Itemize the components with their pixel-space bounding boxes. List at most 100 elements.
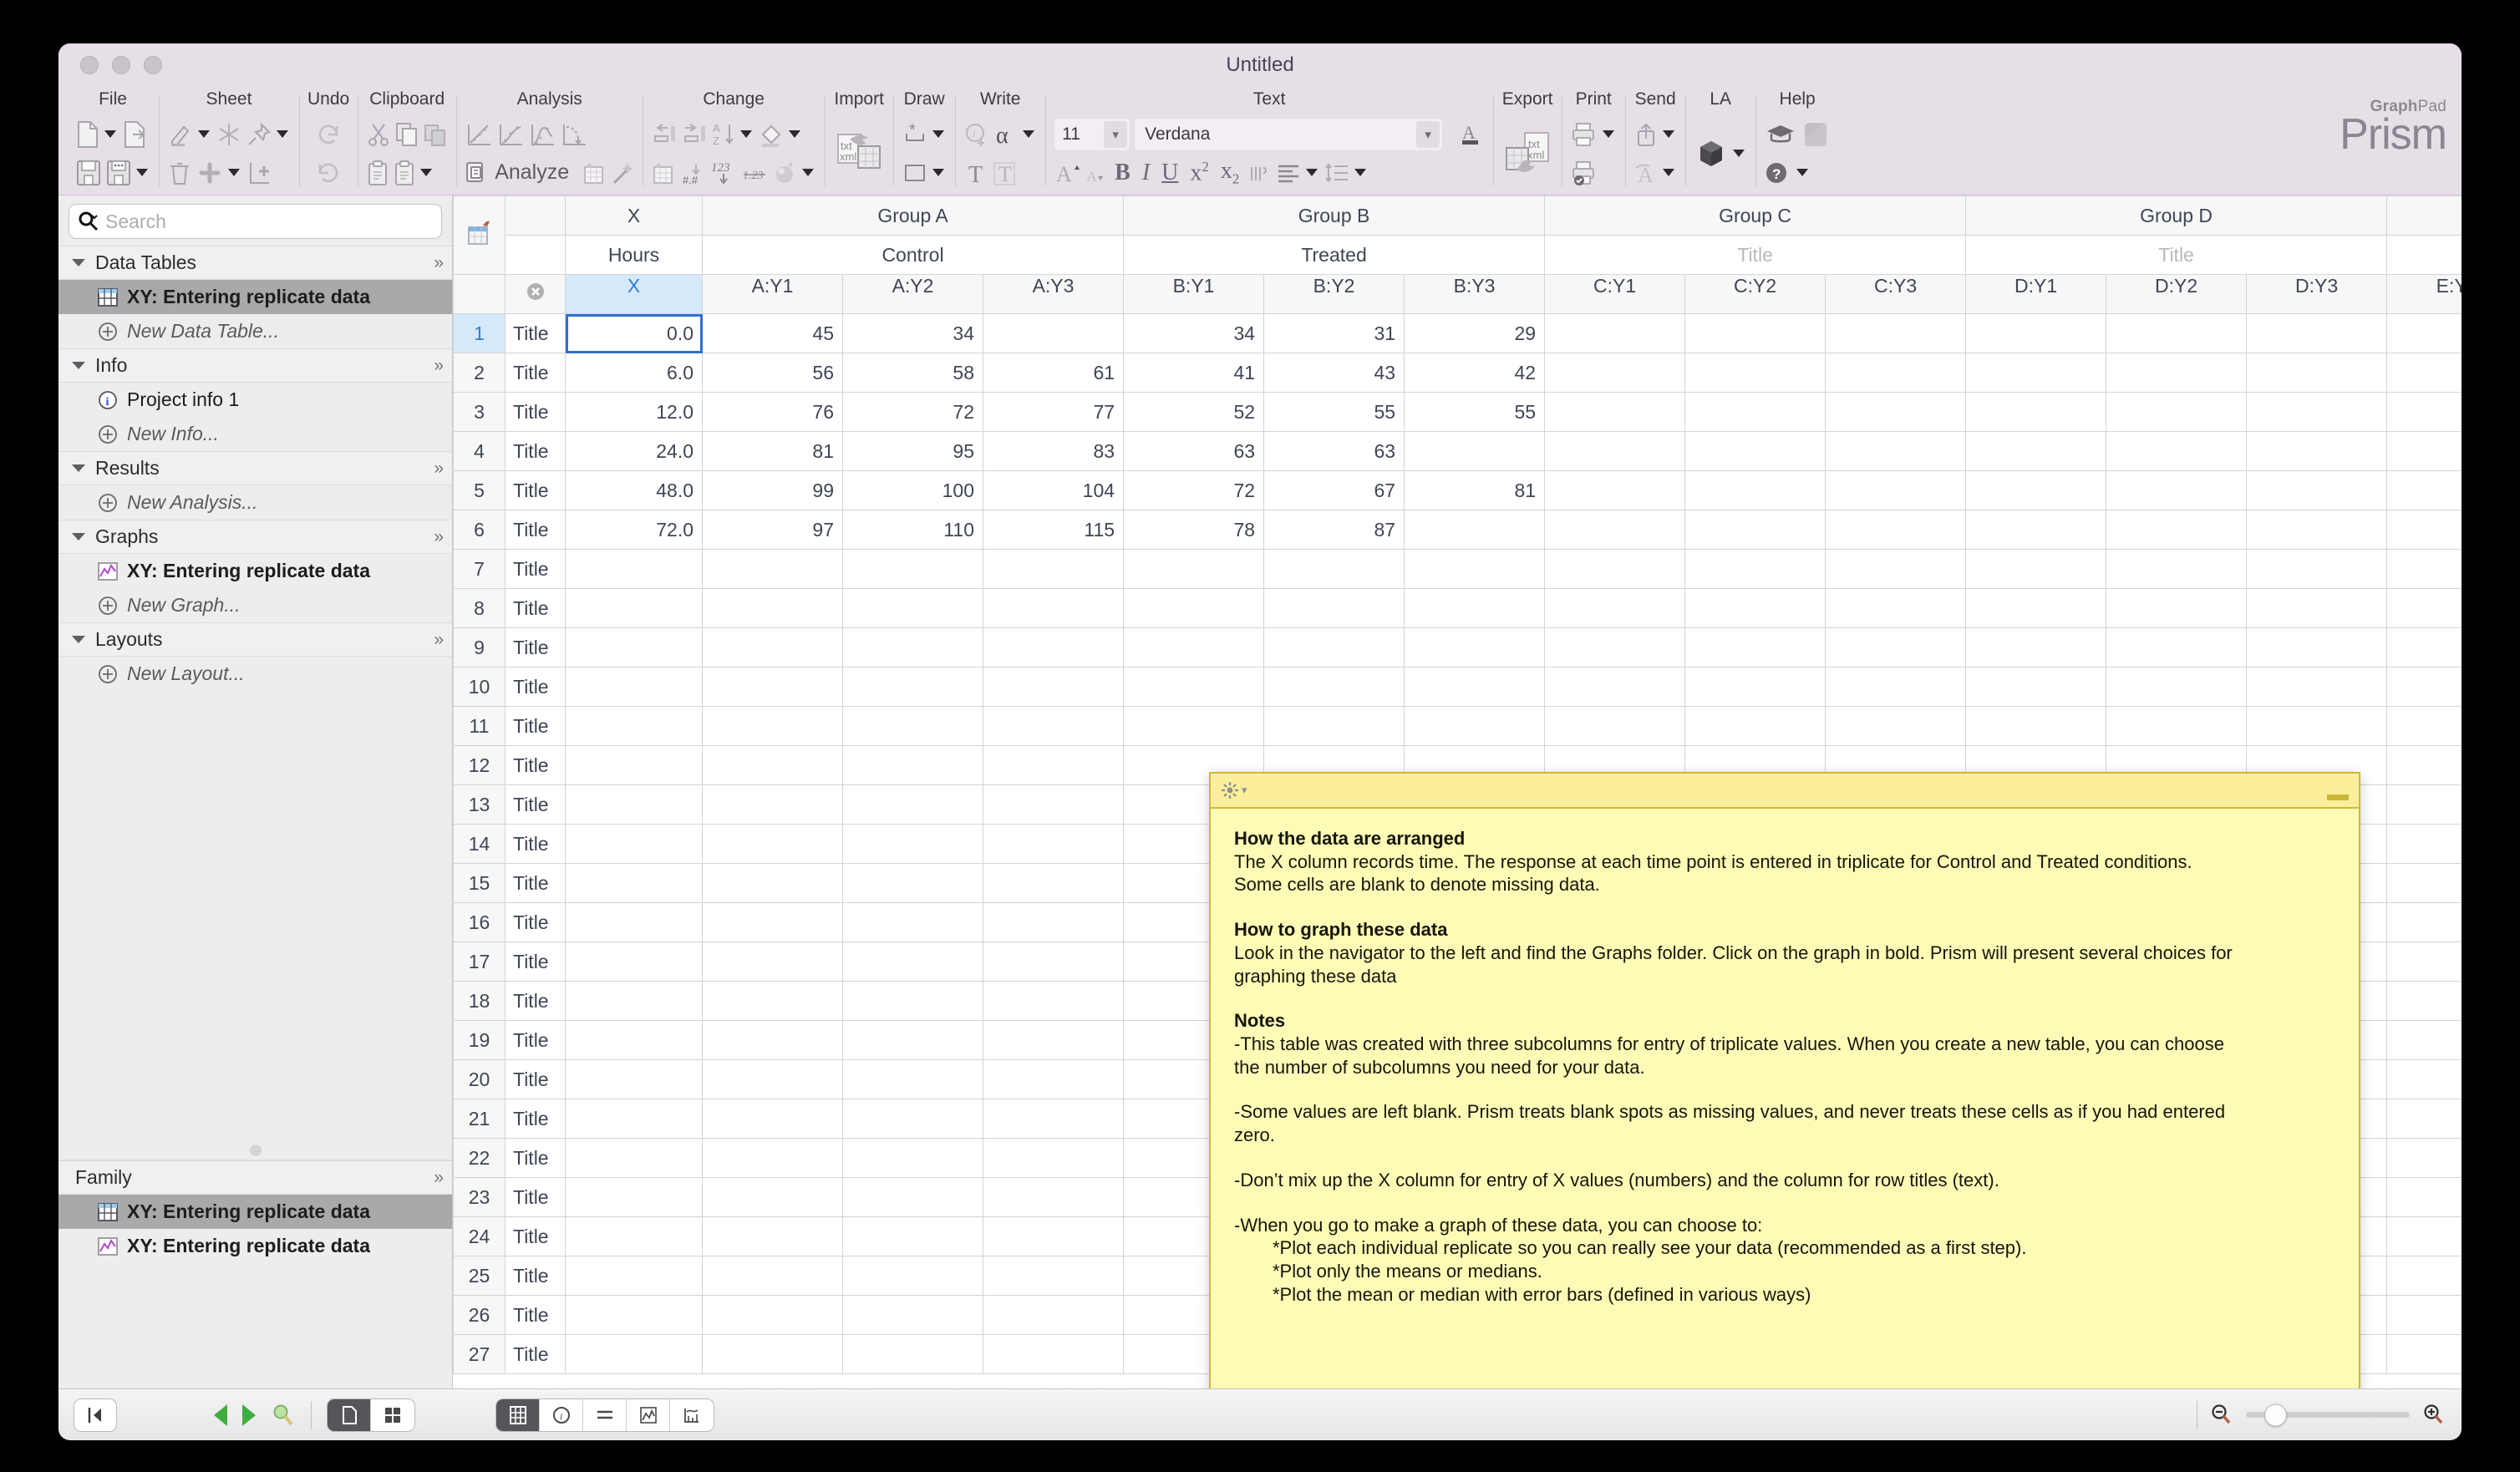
data-cell[interactable]: [702, 549, 843, 589]
data-cell[interactable]: [982, 784, 1125, 825]
gallery-view-icon[interactable]: [371, 1399, 414, 1431]
column-title-b[interactable]: Treated: [1123, 235, 1546, 275]
row-number[interactable]: 27: [453, 1334, 506, 1374]
insert-caret-icon[interactable]: [228, 169, 240, 176]
x-value-cell[interactable]: [565, 1020, 703, 1060]
analyze-icon[interactable]: [465, 160, 490, 186]
data-cell[interactable]: [2386, 431, 2462, 471]
column-title-d[interactable]: Title: [1965, 235, 2388, 275]
data-cell[interactable]: [1263, 588, 1405, 628]
x-value-cell[interactable]: [565, 824, 703, 864]
data-cell[interactable]: [2386, 510, 2462, 550]
question-caret-icon[interactable]: [1796, 169, 1809, 176]
row-title-cell[interactable]: Title: [505, 1138, 566, 1178]
data-cell[interactable]: 104: [982, 470, 1125, 510]
row-title-cell[interactable]: Title: [505, 588, 566, 628]
x-value-cell[interactable]: [565, 1334, 703, 1374]
data-cell[interactable]: [1684, 313, 1826, 353]
data-cell[interactable]: [1825, 706, 1967, 746]
row-number[interactable]: 15: [453, 863, 506, 903]
data-cell[interactable]: 56: [702, 353, 843, 393]
data-cell[interactable]: [702, 667, 843, 707]
text-box-icon[interactable]: T: [992, 160, 1017, 186]
data-cell[interactable]: [842, 667, 983, 707]
undo-icon[interactable]: [315, 160, 342, 186]
subheader-a-y3[interactable]: A:Y3: [982, 274, 1125, 314]
line-spacing-icon[interactable]: [1324, 160, 1350, 185]
export-txt-xml-icon[interactable]: txt xml: [1501, 128, 1553, 180]
minimize-button[interactable]: [112, 56, 130, 74]
data-cell[interactable]: [2386, 353, 2462, 393]
data-cell[interactable]: [2106, 392, 2248, 432]
data-cell[interactable]: [982, 902, 1125, 942]
data-cell[interactable]: 42: [1404, 353, 1546, 393]
data-cell[interactable]: [842, 942, 983, 982]
data-cell[interactable]: [842, 1256, 983, 1296]
font-color-icon[interactable]: A: [1456, 120, 1485, 149]
data-cell[interactable]: [842, 1216, 983, 1256]
data-cell[interactable]: [702, 1020, 843, 1060]
graduation-cap-icon[interactable]: [1764, 120, 1797, 149]
zoom-slider-thumb[interactable]: [2264, 1403, 2287, 1426]
increase-font-icon[interactable]: A: [1054, 160, 1080, 186]
paste-icon[interactable]: [366, 160, 389, 186]
row-title-cell[interactable]: Title: [505, 392, 566, 432]
row-number[interactable]: 25: [453, 1256, 506, 1296]
subheader-a-y2[interactable]: A:Y2: [842, 274, 983, 314]
table-row[interactable]: 7 Title: [453, 549, 2462, 589]
data-cell[interactable]: [842, 745, 983, 785]
data-cell[interactable]: [2386, 588, 2462, 628]
nav-section-more-icon[interactable]: »: [434, 527, 444, 547]
data-cell[interactable]: [1544, 510, 1686, 550]
gear-caret-icon[interactable]: ▾: [1242, 784, 1247, 797]
data-cell[interactable]: [702, 1256, 843, 1296]
search-input[interactable]: Search: [69, 204, 442, 239]
nav-section-graphs[interactable]: Graphs »: [58, 520, 452, 554]
data-cell[interactable]: [702, 784, 843, 825]
data-cell[interactable]: [982, 1099, 1125, 1139]
x-value-cell[interactable]: [565, 863, 703, 903]
data-cell[interactable]: [2106, 667, 2248, 707]
row-title-cell[interactable]: Title: [505, 706, 566, 746]
x-value-cell[interactable]: [565, 902, 703, 942]
nav-section-more-icon[interactable]: »: [434, 356, 444, 376]
data-cell[interactable]: [702, 745, 843, 785]
subheader-x[interactable]: X: [565, 274, 703, 314]
data-cell[interactable]: [1965, 667, 2107, 707]
data-cell[interactable]: [982, 1059, 1125, 1099]
sidebar-item-new-analysis[interactable]: New Analysis...: [58, 485, 452, 520]
font-name-input[interactable]: Verdana ▾: [1134, 117, 1444, 151]
data-cell[interactable]: 115: [982, 510, 1125, 550]
data-cell[interactable]: 31: [1263, 313, 1405, 353]
data-cell[interactable]: 72: [842, 392, 983, 432]
view-mode-switch[interactable]: [327, 1398, 415, 1432]
data-cell[interactable]: [702, 824, 843, 864]
subheader-c-y2[interactable]: C:Y2: [1684, 274, 1826, 314]
row-number[interactable]: 22: [453, 1138, 506, 1178]
row-title-cell[interactable]: Title: [505, 510, 566, 550]
sphere-caret-icon[interactable]: [802, 169, 815, 176]
nav-section-more-icon[interactable]: »: [434, 630, 444, 650]
x-value-cell[interactable]: 48.0: [565, 470, 703, 510]
subheader-d-y1[interactable]: D:Y1: [1965, 274, 2107, 314]
data-cell[interactable]: 41: [1123, 353, 1265, 393]
subheader-e-y1[interactable]: E:Y1: [2386, 274, 2462, 314]
data-cell[interactable]: [702, 1177, 843, 1217]
column-title-c[interactable]: Title: [1544, 235, 1967, 275]
row-number[interactable]: 16: [453, 902, 506, 942]
data-cell[interactable]: 55: [1263, 392, 1405, 432]
data-cell[interactable]: 95: [842, 431, 983, 471]
data-cell[interactable]: [842, 1334, 983, 1374]
data-cell[interactable]: [982, 627, 1125, 667]
x-value-cell[interactable]: [565, 1099, 703, 1139]
x-value-cell[interactable]: [565, 1256, 703, 1296]
row-number[interactable]: 14: [453, 824, 506, 864]
sidebar-splitter[interactable]: [58, 1141, 452, 1160]
row-number[interactable]: 13: [453, 784, 506, 825]
data-cell[interactable]: [982, 1020, 1125, 1060]
align-caret-icon[interactable]: [1306, 169, 1318, 176]
data-cell[interactable]: [2246, 313, 2388, 353]
row-number[interactable]: 9: [453, 627, 506, 667]
data-cell[interactable]: [1825, 588, 1967, 628]
table-row[interactable]: 2 Title 6.0 56 58 61 41 43 42: [453, 353, 2462, 393]
